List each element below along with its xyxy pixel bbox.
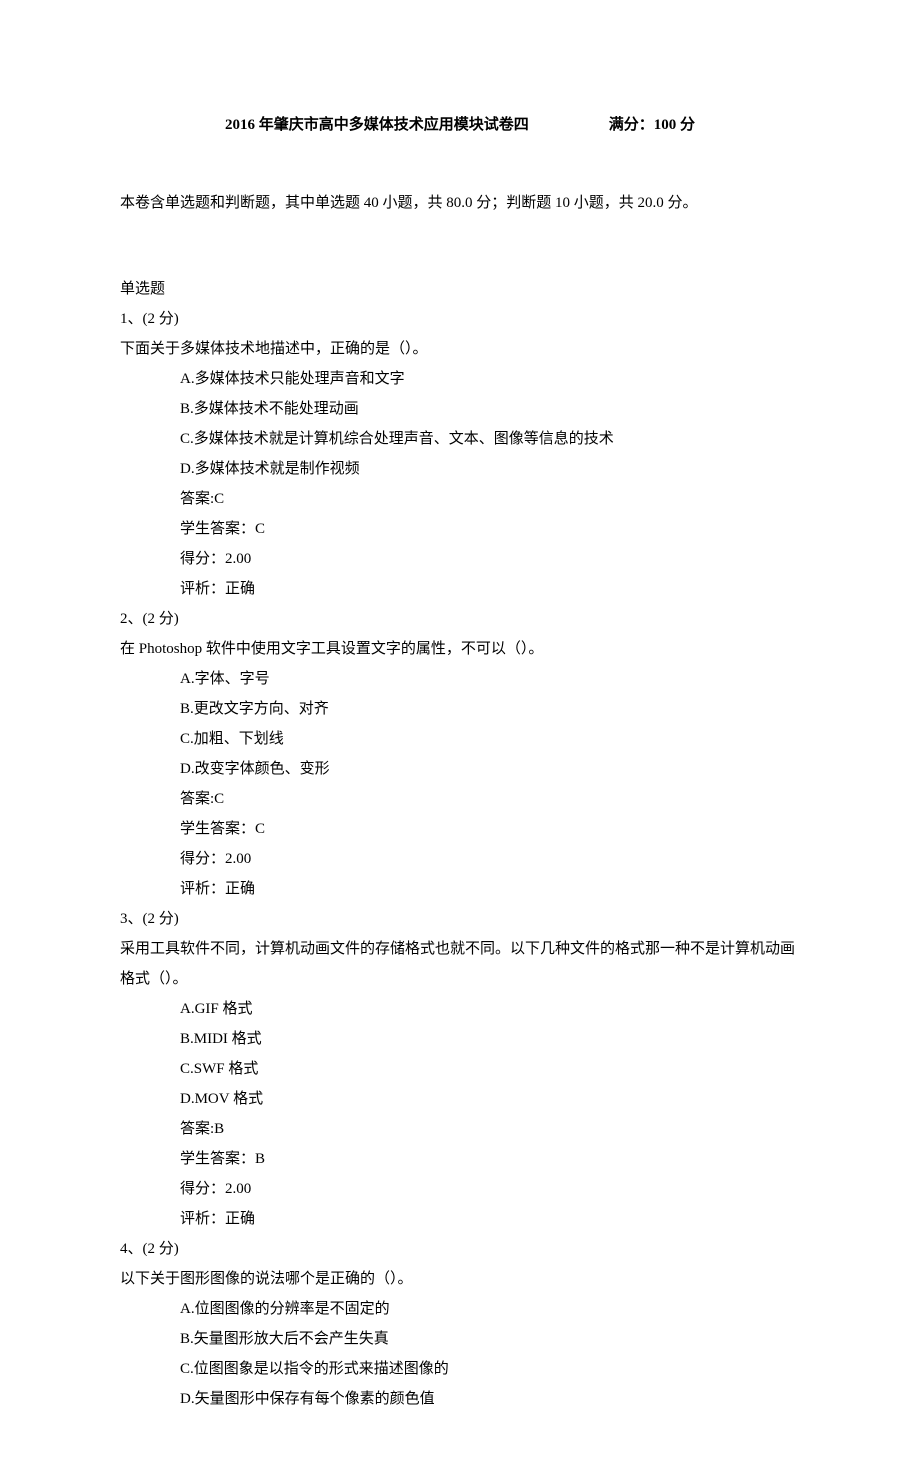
question-prompt: 以下关于图形图像的说法哪个是正确的（）。: [120, 1264, 800, 1294]
option-c: C.加粗、下划线: [180, 724, 800, 754]
option-c: C.SWF 格式: [180, 1054, 800, 1084]
option-d: D.矢量图形中保存有每个像素的颜色值: [180, 1384, 800, 1414]
question-prompt: 下面关于多媒体技术地描述中，正确的是（）。: [120, 334, 800, 364]
answer: 答案:C: [180, 784, 800, 814]
question-prompt: 在 Photoshop 软件中使用文字工具设置文字的属性，不可以（）。: [120, 634, 800, 664]
question-body: A.多媒体技术只能处理声音和文字 B.多媒体技术不能处理动画 C.多媒体技术就是…: [120, 364, 800, 604]
score: 得分：2.00: [180, 1174, 800, 1204]
option-b: B.矢量图形放大后不会产生失真: [180, 1324, 800, 1354]
question-4: 4、(2 分) 以下关于图形图像的说法哪个是正确的（）。 A.位图图像的分辨率是…: [120, 1234, 800, 1414]
option-b: B.更改文字方向、对齐: [180, 694, 800, 724]
answer: 答案:B: [180, 1114, 800, 1144]
review: 评析：正确: [180, 1204, 800, 1234]
option-a: A.多媒体技术只能处理声音和文字: [180, 364, 800, 394]
score: 得分：2.00: [180, 844, 800, 874]
question-body: A.字体、字号 B.更改文字方向、对齐 C.加粗、下划线 D.改变字体颜色、变形…: [120, 664, 800, 904]
option-c: C.位图图象是以指令的形式来描述图像的: [180, 1354, 800, 1384]
student-answer: 学生答案：C: [180, 514, 800, 544]
full-score-label: 满分：100 分: [609, 110, 695, 140]
question-num-points: 1、(2 分): [120, 304, 800, 334]
score: 得分：2.00: [180, 544, 800, 574]
option-a: A.位图图像的分辨率是不固定的: [180, 1294, 800, 1324]
exam-intro: 本卷含单选题和判断题，其中单选题 40 小题，共 80.0 分；判断题 10 小…: [120, 188, 800, 218]
option-d: D.多媒体技术就是制作视频: [180, 454, 800, 484]
section-title: 单选题: [120, 274, 800, 304]
review: 评析：正确: [180, 874, 800, 904]
option-b: B.MIDI 格式: [180, 1024, 800, 1054]
option-b: B.多媒体技术不能处理动画: [180, 394, 800, 424]
question-num-points: 2、(2 分): [120, 604, 800, 634]
review: 评析：正确: [180, 574, 800, 604]
question-num-points: 4、(2 分): [120, 1234, 800, 1264]
question-1: 1、(2 分) 下面关于多媒体技术地描述中，正确的是（）。 A.多媒体技术只能处…: [120, 304, 800, 604]
question-num-points: 3、(2 分): [120, 904, 800, 934]
exam-header: 2016 年肇庆市高中多媒体技术应用模块试卷四 满分：100 分: [120, 110, 800, 140]
exam-title: 2016 年肇庆市高中多媒体技术应用模块试卷四: [225, 110, 529, 140]
exam-page: 2016 年肇庆市高中多媒体技术应用模块试卷四 满分：100 分 本卷含单选题和…: [0, 0, 920, 1474]
option-a: A.字体、字号: [180, 664, 800, 694]
option-a: A.GIF 格式: [180, 994, 800, 1024]
question-3: 3、(2 分) 采用工具软件不同，计算机动画文件的存储格式也就不同。以下几种文件…: [120, 904, 800, 1234]
question-prompt: 采用工具软件不同，计算机动画文件的存储格式也就不同。以下几种文件的格式那一种不是…: [120, 934, 800, 994]
question-body: A.GIF 格式 B.MIDI 格式 C.SWF 格式 D.MOV 格式 答案:…: [120, 994, 800, 1234]
student-answer: 学生答案：C: [180, 814, 800, 844]
question-2: 2、(2 分) 在 Photoshop 软件中使用文字工具设置文字的属性，不可以…: [120, 604, 800, 904]
option-d: D.改变字体颜色、变形: [180, 754, 800, 784]
option-d: D.MOV 格式: [180, 1084, 800, 1114]
question-body: A.位图图像的分辨率是不固定的 B.矢量图形放大后不会产生失真 C.位图图象是以…: [120, 1294, 800, 1414]
student-answer: 学生答案：B: [180, 1144, 800, 1174]
option-c: C.多媒体技术就是计算机综合处理声音、文本、图像等信息的技术: [180, 424, 800, 454]
answer: 答案:C: [180, 484, 800, 514]
